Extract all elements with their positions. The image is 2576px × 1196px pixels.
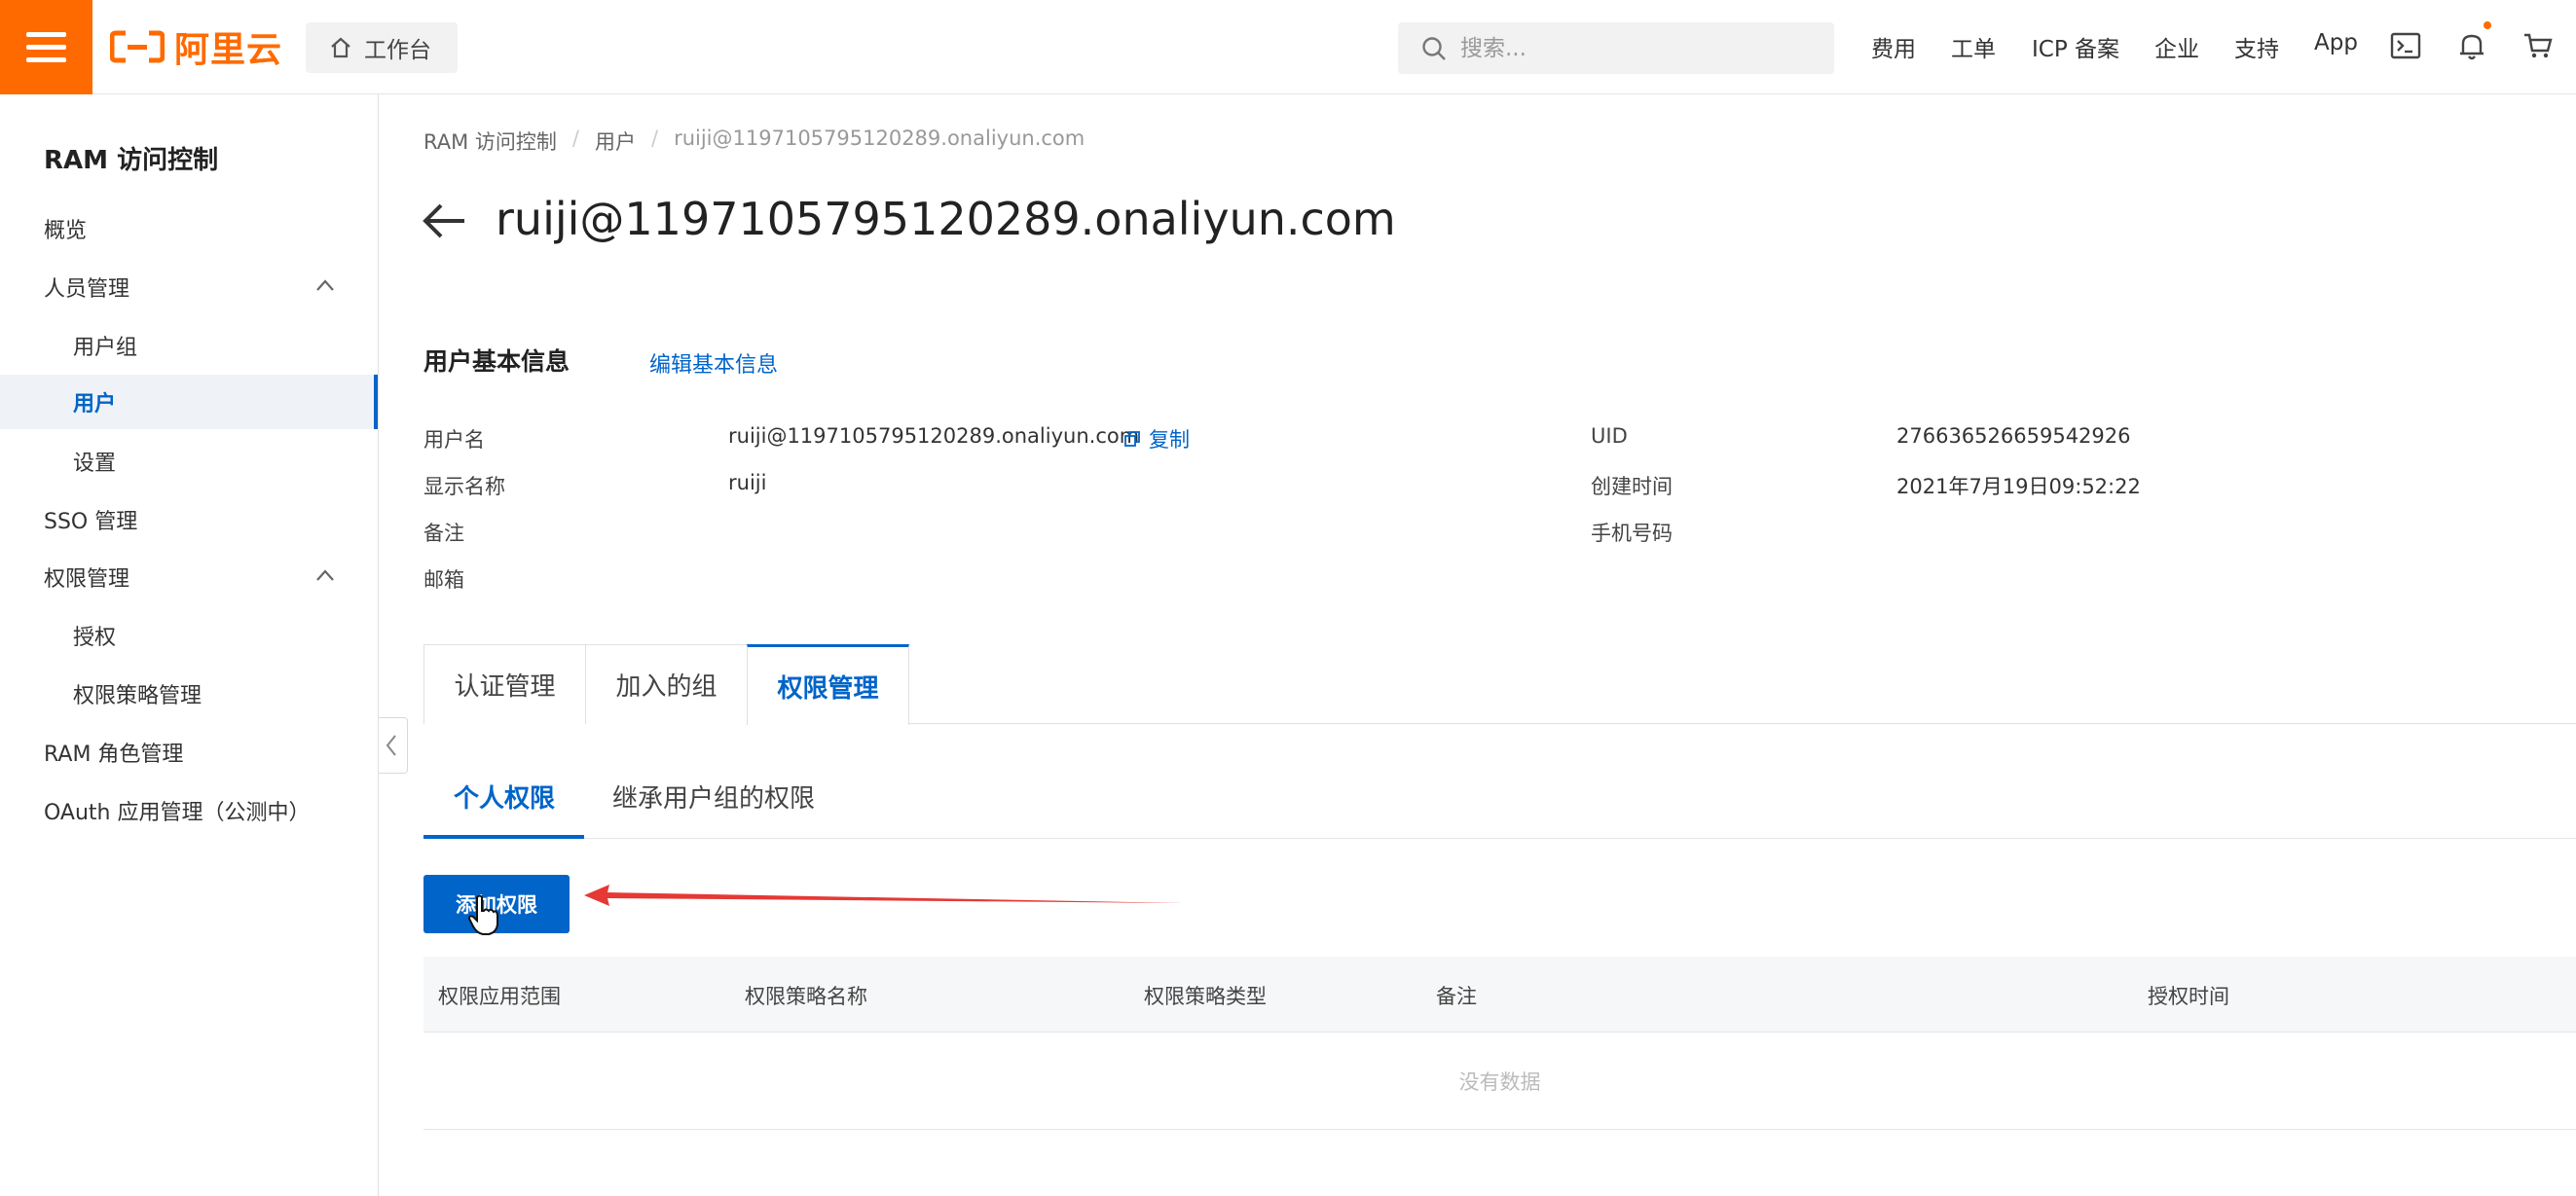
empty-text: 没有数据 xyxy=(1458,1069,1541,1094)
sidebar-item-label: 概览 xyxy=(44,219,88,243)
breadcrumb-item-current: ruiji@1197105795120289.onaliyun.com xyxy=(674,127,1086,150)
top-navbar: 阿里云 工作台 费用 工单 ICP 备案 企业 支持 App xyxy=(0,0,2576,94)
sidebar-item-sso[interactable]: SSO 管理 xyxy=(0,492,378,547)
sidebar-item-users[interactable]: 用户 xyxy=(0,375,378,429)
copy-label: 复制 xyxy=(1149,428,1190,452)
nav-link-icp[interactable]: ICP 备案 xyxy=(2032,30,2119,63)
notification-dot xyxy=(2484,21,2491,29)
info-label-phone: 手机号码 xyxy=(1591,522,1673,545)
nav-link-ticket[interactable]: 工单 xyxy=(1951,30,1996,63)
nav-link-support[interactable]: 支持 xyxy=(2234,30,2279,63)
breadcrumb: RAM 访问控制 / 用户 / ruiji@1197105795120289.o… xyxy=(423,127,1085,156)
table-empty-state: 没有数据 xyxy=(423,1033,2576,1130)
nav-link-enterprise[interactable]: 企业 xyxy=(2154,30,2199,63)
workbench-button[interactable]: 工作台 xyxy=(306,22,458,73)
sidebar-item-oauth[interactable]: OAuth 应用管理（公测中） xyxy=(0,783,378,838)
sidebar-item-label: 权限管理 xyxy=(44,567,130,592)
nav-link-billing[interactable]: 费用 xyxy=(1871,30,1916,63)
logo-mark-icon xyxy=(110,30,165,63)
page-title: ruiji@1197105795120289.onaliyun.com xyxy=(496,193,1396,245)
sidebar-item-label: 用户组 xyxy=(73,336,138,360)
subtab-personal-permissions[interactable]: 个人权限 xyxy=(454,779,555,815)
basic-info-title: 用户基本信息 xyxy=(423,347,570,376)
sidebar-item-label: 设置 xyxy=(73,452,117,476)
cart-icon[interactable] xyxy=(2521,29,2555,62)
column-header: 权限策略名称 xyxy=(745,985,867,1008)
home-icon xyxy=(331,37,350,58)
chevron-up-icon xyxy=(316,569,334,581)
workbench-label: 工作台 xyxy=(364,38,431,63)
tab-permissions[interactable]: 权限管理 xyxy=(747,644,909,725)
sidebar-item-grants[interactable]: 授权 xyxy=(0,608,378,663)
info-label-username: 用户名 xyxy=(423,428,485,452)
info-label-display-name: 显示名称 xyxy=(423,475,505,498)
sidebar: RAM 访问控制 概览 人员管理 用户组 用户 设置 SSO 管理 权限管理 授… xyxy=(0,94,379,1196)
info-value-created: 2021年7月19日09:52:22 xyxy=(1896,475,2141,498)
breadcrumb-separator: / xyxy=(571,127,579,150)
back-arrow-icon[interactable] xyxy=(422,201,468,240)
info-value-display-name: ruiji xyxy=(728,471,767,494)
edit-basic-info-link[interactable]: 编辑基本信息 xyxy=(649,347,778,379)
breadcrumb-item-users[interactable]: 用户 xyxy=(595,127,636,156)
logo-text: 阿里云 xyxy=(174,30,283,70)
breadcrumb-item-ram[interactable]: RAM 访问控制 xyxy=(423,127,557,156)
column-header: 权限应用范围 xyxy=(438,985,561,1008)
chevron-up-icon xyxy=(316,279,334,291)
active-subtab-indicator xyxy=(423,835,584,839)
terminal-icon[interactable] xyxy=(2389,29,2422,62)
nav-link-app[interactable]: App xyxy=(2314,30,2358,55)
info-label-remark: 备注 xyxy=(423,522,464,545)
sidebar-item-overview[interactable]: 概览 xyxy=(0,201,378,256)
aliyun-logo[interactable]: 阿里云 xyxy=(110,23,282,70)
sidebar-item-label: RAM 角色管理 xyxy=(44,743,184,767)
sidebar-item-label: 用户 xyxy=(73,392,117,417)
sidebar-item-label: 授权 xyxy=(73,626,117,650)
column-header: 授权时间 xyxy=(2148,985,2229,1008)
copy-icon xyxy=(1124,431,1140,447)
info-label-created: 创建时间 xyxy=(1591,475,1673,498)
sidebar-item-policies[interactable]: 权限策略管理 xyxy=(0,667,378,721)
hamburger-menu-button[interactable] xyxy=(0,0,92,94)
sidebar-item-identities[interactable]: 人员管理 xyxy=(0,260,378,314)
table-header: 权限应用范围 权限策略名称 权限策略类型 备注 授权时间 xyxy=(423,957,2576,1033)
detail-tabs: 认证管理 加入的组 权限管理 xyxy=(423,644,2576,725)
sidebar-item-settings[interactable]: 设置 xyxy=(0,434,378,489)
permission-subtabs: 个人权限 继承用户组的权限 xyxy=(423,769,2576,839)
info-label-uid: UID xyxy=(1591,424,1628,448)
breadcrumb-separator: / xyxy=(650,127,659,150)
sidebar-item-roles[interactable]: RAM 角色管理 xyxy=(0,725,378,779)
subtab-inherited-permissions[interactable]: 继承用户组的权限 xyxy=(612,779,815,815)
column-header: 备注 xyxy=(1436,985,1477,1008)
sidebar-title: RAM 访问控制 xyxy=(44,146,219,175)
tab-groups[interactable]: 加入的组 xyxy=(585,644,748,724)
info-label-email: 邮箱 xyxy=(423,568,464,592)
tab-authentication[interactable]: 认证管理 xyxy=(423,644,586,724)
info-value-username: ruiji@1197105795120289.onaliyun.com xyxy=(728,424,1140,448)
sidebar-item-user-groups[interactable]: 用户组 xyxy=(0,318,378,373)
sidebar-collapse-button[interactable] xyxy=(379,717,408,774)
sidebar-item-label: SSO 管理 xyxy=(44,510,138,534)
chevron-left-icon xyxy=(386,735,396,756)
copy-button[interactable]: 复制 xyxy=(1123,424,1190,453)
search-box[interactable] xyxy=(1398,22,1834,74)
annotation-arrow xyxy=(584,885,1184,906)
search-input[interactable] xyxy=(1460,35,1811,61)
info-value-uid: 276636526659542926 xyxy=(1896,424,2131,448)
sidebar-item-permissions[interactable]: 权限管理 xyxy=(0,550,378,604)
column-header: 权限策略类型 xyxy=(1144,985,1267,1008)
sidebar-item-label: 权限策略管理 xyxy=(73,684,202,708)
sidebar-item-label: 人员管理 xyxy=(44,277,130,302)
search-icon xyxy=(1422,36,1446,60)
hand-cursor-icon xyxy=(467,894,498,935)
bell-icon[interactable] xyxy=(2455,29,2488,62)
sidebar-item-label: OAuth 应用管理（公测中） xyxy=(44,801,311,825)
